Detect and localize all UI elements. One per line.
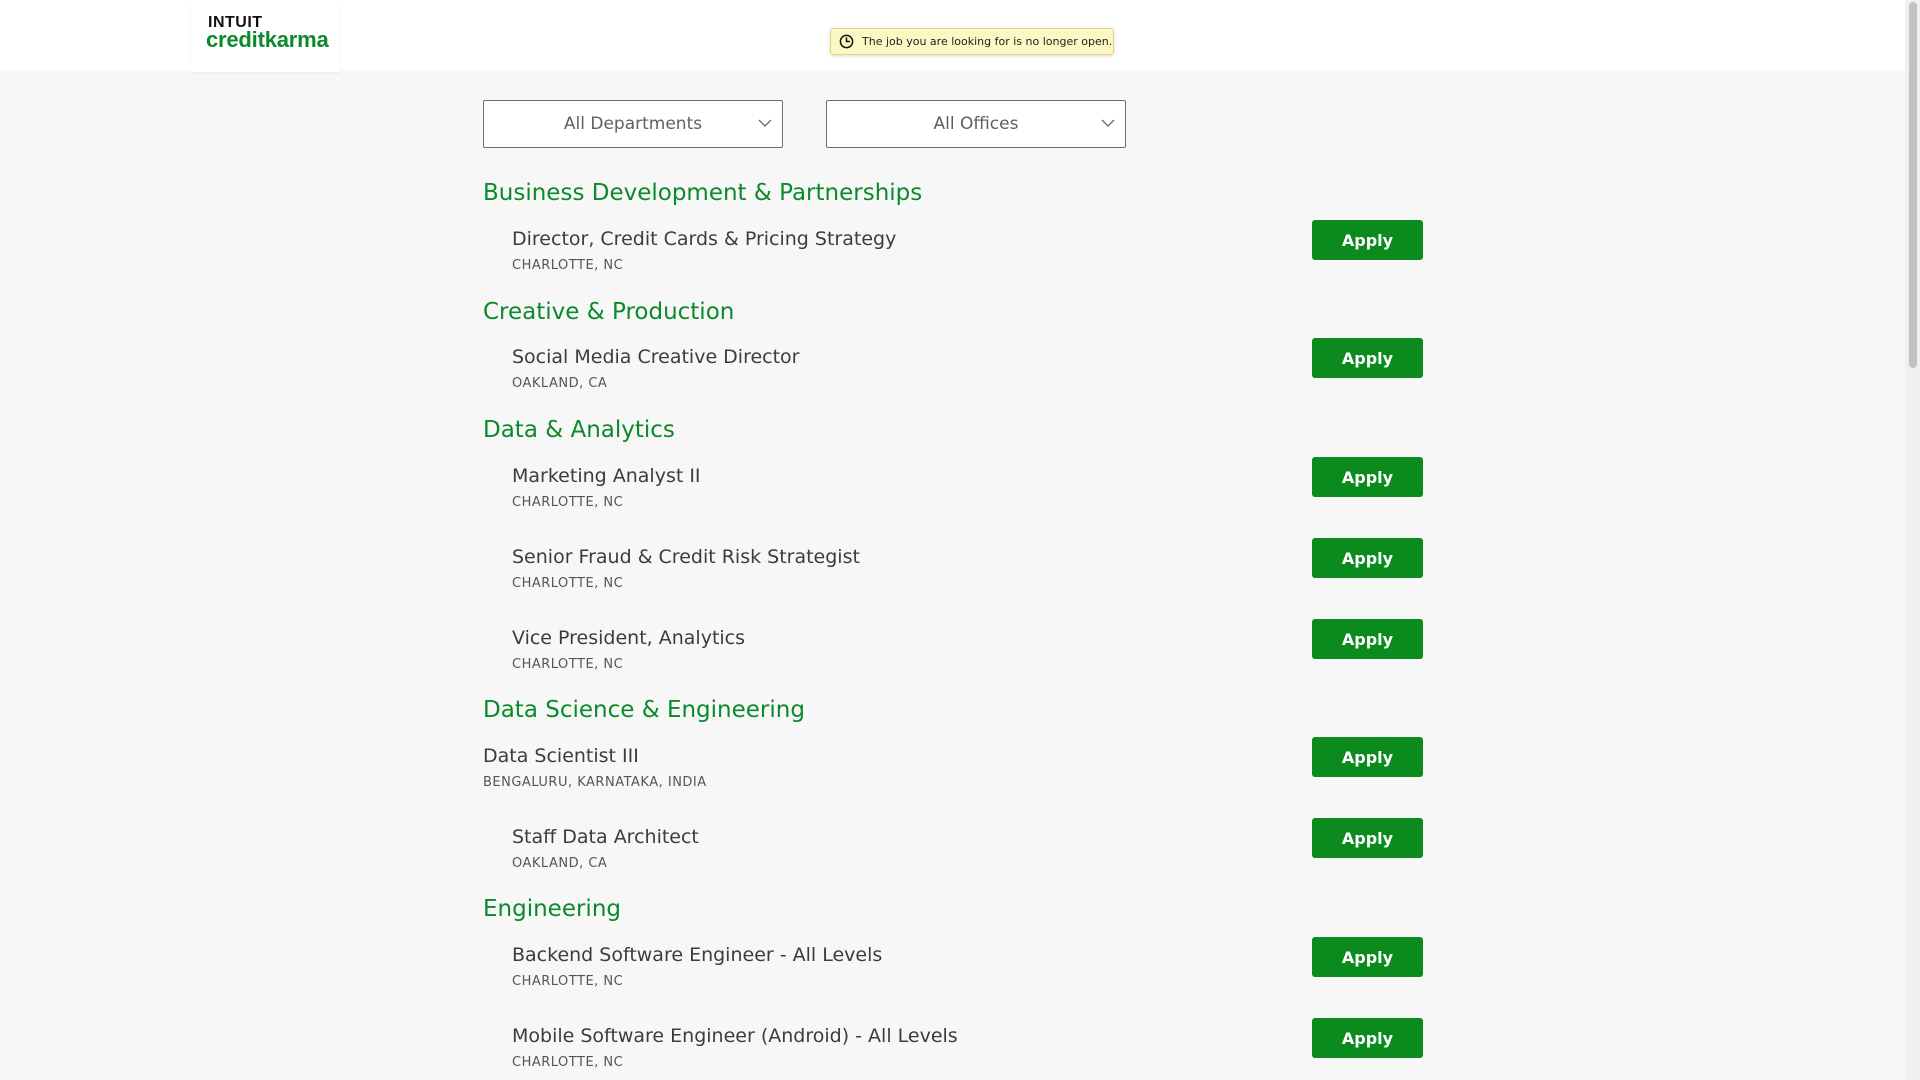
job-location: CHARLOTTE, NC — [512, 974, 624, 989]
job-location: CHARLOTTE, NC — [512, 1055, 624, 1070]
job-title-link[interactable]: Data Scientist III — [483, 745, 639, 767]
job-location: OAKLAND, CA — [512, 856, 608, 871]
apply-button[interactable]: Apply — [1312, 937, 1423, 977]
apply-button[interactable]: Apply — [1312, 338, 1423, 378]
apply-button[interactable]: Apply — [1312, 619, 1423, 659]
job-location: CHARLOTTE, NC — [512, 576, 624, 591]
apply-button[interactable]: Apply — [1312, 457, 1423, 497]
department-heading: Engineering — [483, 896, 621, 922]
job-location: CHARLOTTE, NC — [512, 657, 624, 672]
job-listing: Business Development & Partnerships Dire… — [0, 0, 1905, 1080]
department-heading: Data & Analytics — [483, 417, 675, 443]
job-title-link[interactable]: Backend Software Engineer - All Levels — [512, 944, 882, 966]
apply-button[interactable]: Apply — [1312, 1018, 1423, 1058]
job-title-link[interactable]: Social Media Creative Director — [512, 346, 800, 368]
department-heading: Business Development & Partnerships — [483, 180, 923, 206]
scrollbar-thumb[interactable] — [1909, 2, 1917, 368]
job-title-link[interactable]: Staff Data Architect — [512, 826, 699, 848]
job-title-link[interactable]: Senior Fraud & Credit Risk Strategist — [512, 546, 860, 568]
apply-button[interactable]: Apply — [1312, 538, 1423, 578]
apply-button[interactable]: Apply — [1312, 220, 1423, 260]
apply-button[interactable]: Apply — [1312, 737, 1423, 777]
department-heading: Data Science & Engineering — [483, 697, 805, 723]
job-location: BENGALURU, KARNATAKA, INDIA — [483, 775, 707, 790]
page: INTUIT creditkarma The job you are looki… — [0, 0, 1905, 1080]
department-heading: Creative & Production — [483, 299, 735, 325]
vertical-scrollbar[interactable] — [1905, 0, 1920, 1080]
job-title-link[interactable]: Vice President, Analytics — [512, 627, 745, 649]
job-location: CHARLOTTE, NC — [512, 258, 624, 273]
job-title-link[interactable]: Marketing Analyst II — [512, 465, 701, 487]
job-title-link[interactable]: Director, Credit Cards & Pricing Strateg… — [512, 228, 896, 250]
job-location: CHARLOTTE, NC — [512, 495, 624, 510]
job-location: OAKLAND, CA — [512, 376, 608, 391]
apply-button[interactable]: Apply — [1312, 818, 1423, 858]
job-title-link[interactable]: Mobile Software Engineer (Android) - All… — [512, 1025, 958, 1047]
